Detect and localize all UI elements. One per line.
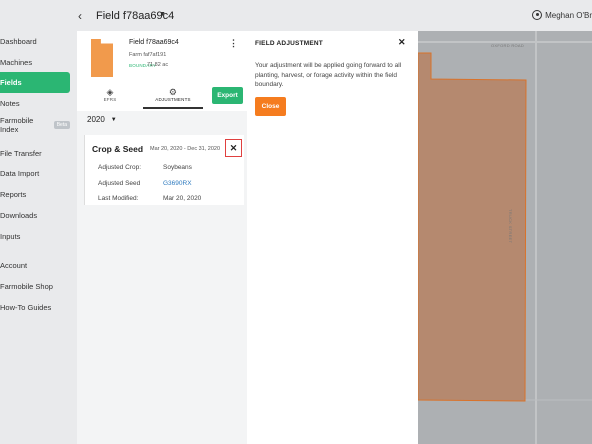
close-icon: ✕ bbox=[229, 142, 238, 153]
field-header: Field f78aa69c4 Farm faf7af191 BOUNDARY … bbox=[77, 31, 247, 111]
field-map[interactable]: OXFORD ROAD TRUCK STREET bbox=[418, 31, 592, 444]
map-canvas bbox=[418, 31, 592, 444]
sidebar-item-how-to-guides[interactable]: How-To Guides bbox=[0, 297, 70, 318]
adjusted-seed-label: Adjusted Seed bbox=[98, 180, 141, 187]
sidebar-item-farmobile-index[interactable]: Farmobile Index Beta bbox=[0, 114, 70, 135]
sidebar-item-farmobile-shop[interactable]: Farmobile Shop bbox=[0, 276, 70, 297]
tab-adjustments[interactable]: ⚙ ADJUSTMENTS bbox=[143, 87, 203, 109]
tab-efrs[interactable]: ◈ EFRS bbox=[93, 87, 127, 109]
field-panel: Field f78aa69c4 Farm faf7af191 BOUNDARY … bbox=[77, 31, 247, 444]
adjusted-seed-link[interactable]: G3690RX bbox=[163, 180, 192, 187]
field-name: Field f78aa69c4 bbox=[129, 39, 179, 46]
adjusted-crop-value: Soybeans bbox=[163, 164, 192, 171]
close-button[interactable]: Close bbox=[255, 97, 286, 116]
last-modified-value: Mar 20, 2020 bbox=[163, 195, 202, 202]
delete-adjustment-button[interactable]: ✕ bbox=[225, 139, 242, 157]
sidebar-item-reports[interactable]: Reports bbox=[0, 184, 70, 205]
sidebar-item-account[interactable]: Account bbox=[0, 255, 70, 276]
user-icon bbox=[532, 10, 543, 20]
layers-icon: ◈ bbox=[106, 87, 114, 97]
user-menu[interactable]: Meghan O'Br bbox=[532, 10, 592, 20]
caret-down-icon: ▼ bbox=[110, 116, 117, 123]
sidebar-item-fields[interactable]: Fields bbox=[0, 72, 70, 93]
more-options-icon[interactable]: ⋮ bbox=[229, 38, 238, 49]
top-bar: ‹ Field f78aa69c4 ▼ Meghan O'Br bbox=[0, 0, 592, 31]
sidebar-item-notes[interactable]: Notes bbox=[0, 93, 70, 114]
dialog-title: FIELD ADJUSTMENT bbox=[255, 40, 323, 47]
year-value: 2020 bbox=[87, 115, 105, 124]
field-acres: 71.82 ac bbox=[147, 62, 169, 68]
farm-name: Farm faf7af191 bbox=[129, 52, 167, 58]
sidebar-item-machines[interactable]: Machines bbox=[0, 52, 70, 73]
caret-down-icon[interactable]: ▼ bbox=[159, 11, 166, 18]
field-adjustment-dialog: FIELD ADJUSTMENT ✕ Your adjustment will … bbox=[247, 31, 418, 444]
sidebar: Dashboard Machines Fields Notes Farmobil… bbox=[0, 31, 76, 444]
year-select[interactable]: 2020 ▼ bbox=[87, 115, 117, 124]
sidebar-item-inputs[interactable]: Inputs bbox=[0, 226, 70, 247]
card-dates: Mar 20, 2020 - Dec 31, 2020 bbox=[150, 146, 221, 152]
adjustment-card: Crop & Seed Mar 20, 2020 - Dec 31, 2020 … bbox=[84, 135, 244, 205]
adjusted-crop-label: Adjusted Crop: bbox=[98, 164, 141, 171]
export-button[interactable]: Export bbox=[212, 87, 243, 104]
last-modified-label: Last Modified: bbox=[98, 195, 139, 202]
field-thumbnail bbox=[91, 39, 113, 77]
road-label: TRUCK STREET bbox=[508, 209, 513, 244]
road-label: OXFORD ROAD bbox=[491, 43, 525, 48]
sidebar-item-file-transfer[interactable]: File Transfer bbox=[0, 143, 70, 164]
sidebar-item-downloads[interactable]: Downloads bbox=[0, 205, 70, 226]
gear-icon: ⚙ bbox=[168, 87, 178, 97]
beta-badge: Beta bbox=[53, 120, 70, 129]
card-title: Crop & Seed bbox=[92, 144, 144, 154]
chevron-left-icon[interactable]: ‹ bbox=[78, 10, 82, 22]
close-icon[interactable]: ✕ bbox=[398, 37, 406, 48]
dialog-message: Your adjustment will be applied going fo… bbox=[255, 62, 402, 88]
user-name: Meghan O'Br bbox=[545, 10, 592, 20]
sidebar-item-data-import[interactable]: Data Import bbox=[0, 163, 70, 184]
sidebar-item-dashboard[interactable]: Dashboard bbox=[0, 31, 70, 52]
